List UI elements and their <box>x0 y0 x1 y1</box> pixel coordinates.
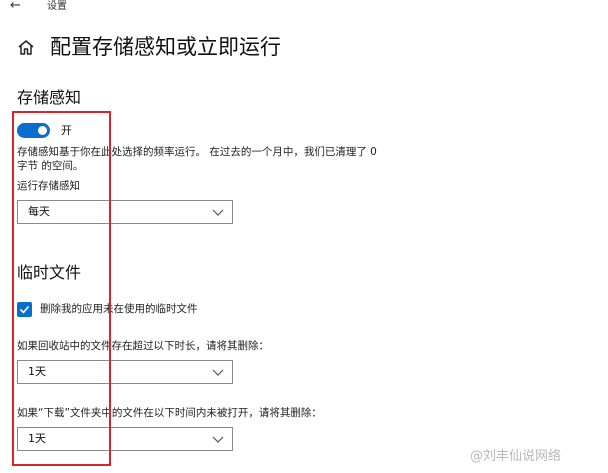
watermark: @刘丰仙说网络 <box>470 449 562 464</box>
run-frequency-value: 每天 <box>28 205 50 218</box>
run-frequency-dropdown[interactable]: 每天 <box>17 200 233 224</box>
delete-temp-files-checkbox[interactable] <box>17 302 32 317</box>
page-title: 配置存储感知或立即运行 <box>50 35 281 59</box>
chevron-down-icon <box>212 436 224 443</box>
recycle-bin-label: 如果回收站中的文件存在超过以下时长，请将其删除： <box>17 340 269 352</box>
downloads-value: 1天 <box>28 432 46 445</box>
storage-sense-description: 存储感知基于你在此处选择的频率运行。 在过去的一个月中，我们已清理了 0 字节 … <box>17 146 377 172</box>
recycle-bin-value: 1天 <box>28 365 46 378</box>
toggle-knob <box>38 126 47 135</box>
chevron-down-icon <box>212 369 224 376</box>
toggle-label: 开 <box>61 124 72 137</box>
section-title-temp-files: 临时文件 <box>17 263 82 282</box>
checkmark-icon <box>19 305 30 314</box>
storage-sense-toggle[interactable] <box>17 123 50 138</box>
home-icon[interactable] <box>16 38 36 58</box>
settings-page: ← 设置 配置存储感知或立即运行 存储感知 开 存储感知基于你在此处选择的频率运… <box>0 0 608 473</box>
run-storage-sense-label: 运行存储感知 <box>17 180 80 192</box>
downloads-dropdown[interactable]: 1天 <box>17 427 233 451</box>
recycle-bin-dropdown[interactable]: 1天 <box>17 360 233 384</box>
back-arrow-icon[interactable]: ← <box>10 0 21 12</box>
section-title-storage-sense: 存储感知 <box>17 88 82 107</box>
delete-temp-files-label: 删除我的应用未在使用的临时文件 <box>40 303 198 315</box>
chevron-down-icon <box>212 209 224 216</box>
window-title: 设置 <box>47 1 67 12</box>
downloads-label: 如果“下载”文件夹中的文件在以下时间内未被打开，请将其删除： <box>17 407 322 419</box>
